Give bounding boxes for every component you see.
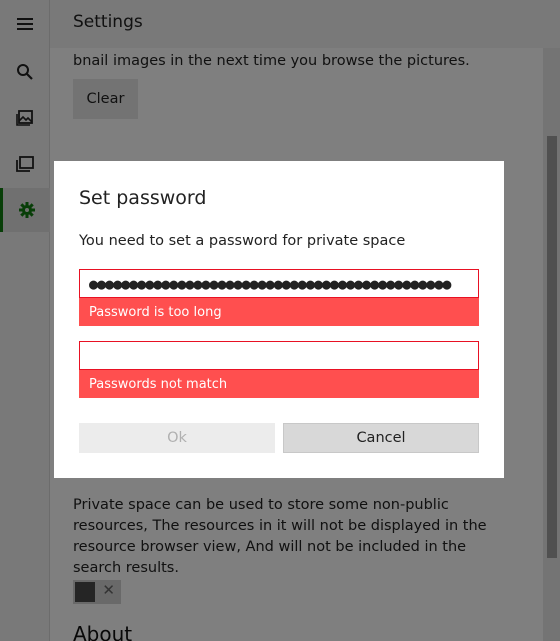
confirm-password-field[interactable] — [79, 341, 479, 370]
set-password-dialog: Set password You need to set a password … — [54, 161, 504, 478]
dialog-title: Set password — [79, 187, 207, 209]
password-error: Password is too long — [79, 298, 479, 326]
password-input[interactable] — [80, 270, 478, 297]
confirm-password-error: Passwords not match — [79, 370, 479, 398]
dialog-description: You need to set a password for private s… — [79, 233, 406, 249]
confirm-password-input[interactable] — [80, 342, 478, 369]
ok-button[interactable]: Ok — [79, 423, 275, 453]
cancel-button[interactable]: Cancel — [283, 423, 479, 453]
password-field[interactable] — [79, 269, 479, 298]
